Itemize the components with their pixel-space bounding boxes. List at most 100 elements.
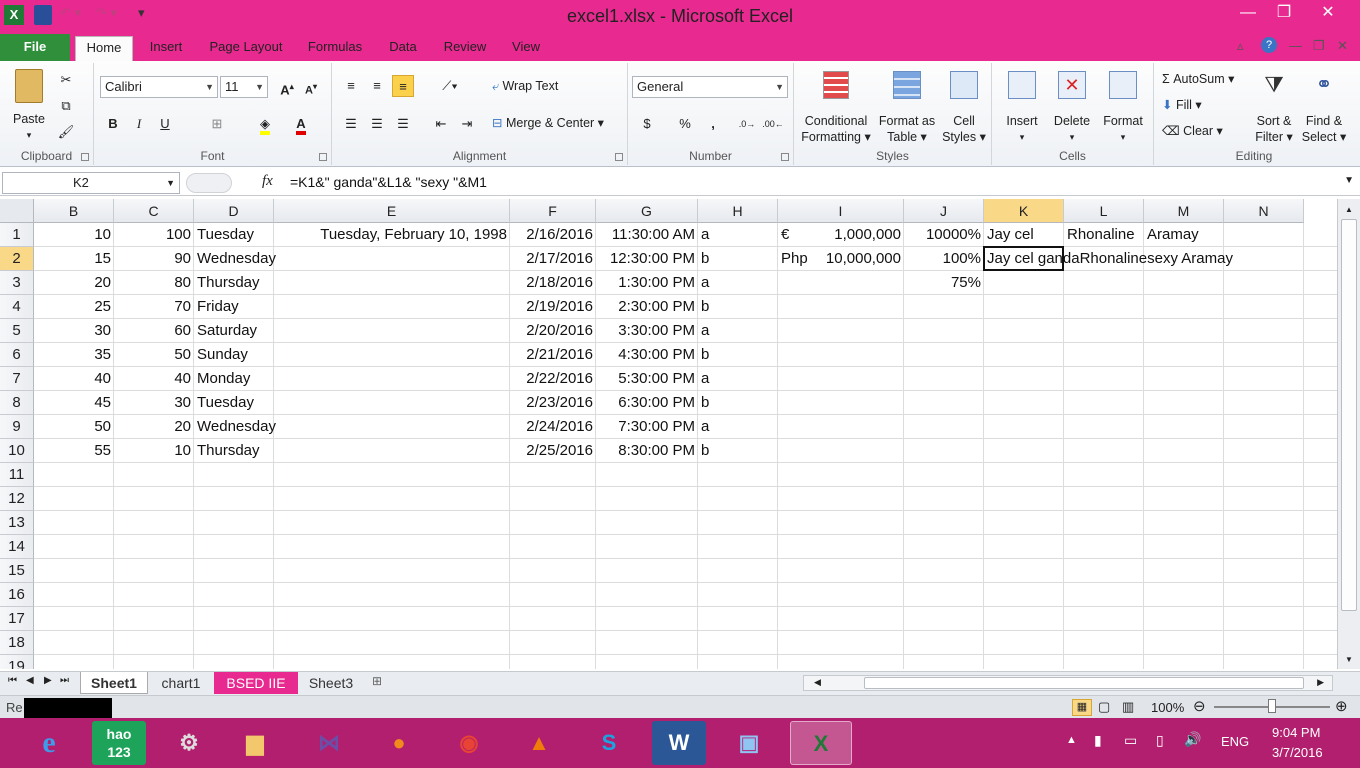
cell-g4[interactable]: 2:30:00 PM <box>596 295 698 319</box>
column-header-i[interactable]: I <box>778 199 904 223</box>
sheet-tab-chart1[interactable]: chart1 <box>152 672 210 694</box>
cell-f9[interactable]: 2/24/2016 <box>510 415 596 439</box>
cell-c9[interactable]: 20 <box>114 415 194 439</box>
next-sheet-icon[interactable]: ▶ <box>44 675 52 686</box>
cell-d6[interactable]: Sunday <box>194 343 354 367</box>
cell-f10[interactable]: 2/25/2016 <box>510 439 596 463</box>
scroll-right-icon[interactable]: ▶ <box>1317 677 1324 688</box>
cell-g5[interactable]: 3:30:00 PM <box>596 319 698 343</box>
column-header-e[interactable]: E <box>274 199 510 223</box>
paste-button[interactable]: Paste ▾ <box>8 69 50 143</box>
cell-d10[interactable]: Thursday <box>194 439 354 463</box>
align-center-icon[interactable]: ☰ <box>366 113 388 135</box>
row-header-5[interactable]: 5 <box>0 319 34 343</box>
page-break-view-icon[interactable]: ▥ <box>1122 699 1134 715</box>
italic-button[interactable]: I <box>128 113 150 135</box>
column-header-h[interactable]: H <box>698 199 778 223</box>
chevron-down-icon[interactable]: ▼ <box>166 173 175 193</box>
scroll-up-icon[interactable]: ▲ <box>1345 205 1353 214</box>
cell-d9[interactable]: Wednesday <box>194 415 354 439</box>
copy-icon[interactable]: ⧉ <box>55 95 77 117</box>
visual-studio-icon[interactable]: ⋈ <box>302 721 356 765</box>
fill-color-icon[interactable]: ◈ <box>254 113 276 135</box>
last-sheet-icon[interactable]: ⏭ <box>60 675 69 686</box>
row-header-2[interactable]: 2 <box>0 247 34 271</box>
cell-c8[interactable]: 30 <box>114 391 194 415</box>
row-header-9[interactable]: 9 <box>0 415 34 439</box>
cell-k1[interactable]: Jay cel <box>984 223 1064 247</box>
zoom-out-icon[interactable]: ⊖ <box>1193 697 1206 715</box>
align-middle-icon[interactable]: ≡ <box>366 75 388 97</box>
column-header-f[interactable]: F <box>510 199 596 223</box>
cell-h2[interactable]: b <box>698 247 778 271</box>
cell-c1[interactable]: 100 <box>114 223 194 247</box>
sheet-tab-sheet1[interactable]: Sheet1 <box>80 672 148 694</box>
language-indicator[interactable]: ENG <box>1221 734 1249 749</box>
tab-view[interactable]: View <box>502 36 550 61</box>
cell-g10[interactable]: 8:30:00 PM <box>596 439 698 463</box>
cell-c4[interactable]: 70 <box>114 295 194 319</box>
tab-file[interactable]: File <box>0 34 70 61</box>
word-icon[interactable]: W <box>652 721 706 765</box>
close-button[interactable]: ✕ <box>1310 0 1346 28</box>
cell-f6[interactable]: 2/21/2016 <box>510 343 596 367</box>
cell-b4[interactable]: 25 <box>34 295 114 319</box>
column-header-l[interactable]: L <box>1064 199 1144 223</box>
zoom-level[interactable]: 100% <box>1151 700 1184 715</box>
cell-h6[interactable]: b <box>698 343 778 367</box>
row-header-12[interactable]: 12 <box>0 487 34 511</box>
worksheet-grid[interactable]: BCDEFGHIJKLMN 1 2 3 4 5 6 7 8 9 10 11 12 13 14 15 16 17 1… <box>0 199 1337 669</box>
column-header-d[interactable]: D <box>194 199 274 223</box>
cell-d7[interactable]: Monday <box>194 367 354 391</box>
workbook-close-icon[interactable]: ✕ <box>1337 38 1348 54</box>
decrease-decimal-icon[interactable]: .00← <box>762 113 784 135</box>
vertical-scrollbar[interactable]: ▲ ▼ <box>1337 199 1360 669</box>
formula-input[interactable]: =K1&" ganda"&L1& "sexy "&M1 <box>290 174 487 190</box>
computer-settings-icon[interactable]: ⚙ <box>162 721 216 765</box>
cell-c5[interactable]: 60 <box>114 319 194 343</box>
merge-center-button[interactable]: ⊟ Merge & Center ▾ <box>492 115 604 130</box>
hao123-icon[interactable]: hao 123 <box>92 721 146 765</box>
row-header-19[interactable]: 19 <box>0 655 34 669</box>
skype-icon[interactable]: S <box>582 721 636 765</box>
cell-d5[interactable]: Saturday <box>194 319 354 343</box>
cell-j1[interactable]: 10000% <box>904 223 984 247</box>
cut-icon[interactable]: ✂ <box>55 69 77 91</box>
cell-b2[interactable]: 15 <box>34 247 114 271</box>
name-box[interactable]: K2 ▼ <box>2 172 180 194</box>
cell-d8[interactable]: Tuesday <box>194 391 354 415</box>
scroll-left-icon[interactable]: ◀ <box>814 677 821 688</box>
cell-c7[interactable]: 40 <box>114 367 194 391</box>
clipboard-launcher-icon[interactable] <box>81 153 89 161</box>
wrap-text-button[interactable]: ⤶ Wrap Text <box>492 79 558 94</box>
column-header-g[interactable]: G <box>596 199 698 223</box>
scroll-down-icon[interactable]: ▼ <box>1345 655 1353 664</box>
percent-button[interactable]: % <box>674 113 696 135</box>
clock-time[interactable]: 9:04 PM <box>1272 725 1320 740</box>
first-sheet-icon[interactable]: ⏮ <box>8 675 17 686</box>
cell-i1-value[interactable]: 1,000,000 <box>778 223 904 247</box>
cell-b1[interactable]: 10 <box>34 223 114 247</box>
cell-b9[interactable]: 50 <box>34 415 114 439</box>
cell-g8[interactable]: 6:30:00 PM <box>596 391 698 415</box>
sheet-tab-sheet3[interactable]: Sheet3 <box>300 672 362 694</box>
file-explorer-icon[interactable]: ▆ <box>228 721 282 765</box>
cell-f4[interactable]: 2/19/2016 <box>510 295 596 319</box>
cell-b6[interactable]: 35 <box>34 343 114 367</box>
cell-c3[interactable]: 80 <box>114 271 194 295</box>
horizontal-scrollbar[interactable]: ◀ ▶ <box>803 675 1333 691</box>
delete-cells-button[interactable]: ✕ Delete ▾ <box>1048 71 1096 145</box>
align-bottom-icon[interactable]: ≡ <box>392 75 414 97</box>
cell-b3[interactable]: 20 <box>34 271 114 295</box>
tab-home[interactable]: Home <box>75 36 133 61</box>
zoom-in-icon[interactable]: ⊕ <box>1335 697 1348 715</box>
sheet-tab-bsed-iie[interactable]: BSED IIE <box>214 672 298 694</box>
help-icon[interactable]: ? <box>1261 37 1277 53</box>
excel-taskbar-icon[interactable]: X <box>790 721 852 765</box>
column-header-j[interactable]: J <box>904 199 984 223</box>
cell-f8[interactable]: 2/23/2016 <box>510 391 596 415</box>
alignment-launcher-icon[interactable] <box>615 153 623 161</box>
cell-h8[interactable]: b <box>698 391 778 415</box>
expand-formula-bar-icon[interactable]: ▼ <box>1344 175 1354 186</box>
row-header-1[interactable]: 1 <box>0 223 34 247</box>
